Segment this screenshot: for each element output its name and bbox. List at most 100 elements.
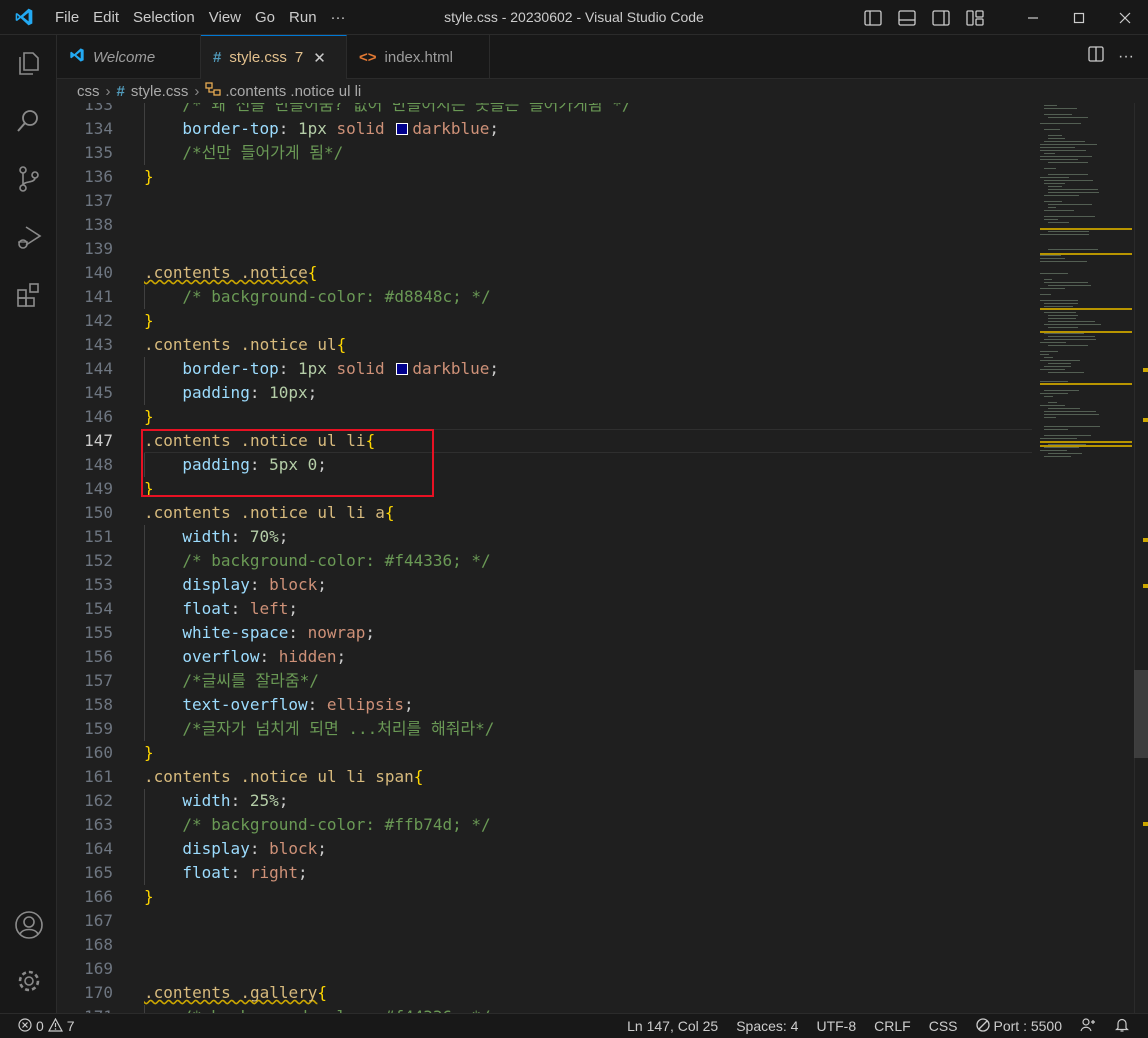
cursor-position[interactable]: Ln 147, Col 25 — [627, 1018, 718, 1034]
code-line[interactable]: 170 .contents .gallery{ — [57, 981, 1032, 1005]
code-text: .contents .notice ul li span{ — [144, 765, 423, 789]
menu-selection[interactable]: Selection — [126, 9, 202, 26]
account-icon[interactable] — [0, 901, 57, 949]
live-server-port[interactable]: Port : 5500 — [975, 1017, 1062, 1035]
close-tab-icon[interactable]: ✕ — [313, 49, 326, 67]
end-of-line[interactable]: CRLF — [874, 1018, 911, 1034]
close-window-icon[interactable] — [1102, 0, 1148, 35]
problems-indicator[interactable]: 0 7 — [0, 1017, 75, 1035]
color-swatch[interactable] — [396, 363, 409, 375]
error-icon — [18, 1017, 32, 1035]
code-line[interactable]: 164 display: block; — [57, 837, 1032, 861]
code-line[interactable]: 162 width: 25%; — [57, 789, 1032, 813]
notifications-bell-icon[interactable] — [1114, 1017, 1130, 1036]
code-token: darkblue — [412, 359, 490, 378]
manage-gear-icon[interactable] — [0, 957, 57, 1005]
code-line[interactable]: 146} — [57, 405, 1032, 429]
menu-view[interactable]: View — [202, 9, 248, 26]
maximize-icon[interactable] — [1056, 0, 1102, 35]
code-line[interactable]: 148 padding: 5px 0; — [57, 453, 1032, 477]
code-line[interactable]: 133 /* 왜 선을 만들어줌? 없어 만들어지는 곳들은 들어가게됨 */ — [57, 103, 1032, 117]
split-editor-icon[interactable] — [1088, 46, 1104, 67]
breadcrumb-symbol[interactable]: .contents .notice ul li — [225, 83, 361, 100]
code-line[interactable]: 171 /* background-color: #f44336; */ — [57, 1005, 1032, 1013]
code-line[interactable]: 161 .contents .notice ul li span{ — [57, 765, 1032, 789]
menu-run[interactable]: Run — [282, 9, 324, 26]
line-number: 166 — [84, 887, 113, 906]
source-control-icon[interactable] — [0, 155, 57, 203]
warning-marker — [1143, 368, 1148, 372]
explorer-icon[interactable] — [0, 39, 57, 87]
code-line[interactable]: 152 /* background-color: #f44336; */ — [57, 549, 1032, 573]
indent-guide — [144, 813, 145, 837]
code-line[interactable]: 141 /* background-color: #d8848c; */ — [57, 285, 1032, 309]
toggle-panel-icon[interactable] — [892, 0, 922, 35]
code-text: /* background-color: #ffb74d; */ — [182, 813, 490, 837]
menu-file[interactable]: File — [48, 9, 86, 26]
color-swatch[interactable] — [396, 123, 409, 135]
tab-index-html[interactable]: <> index.html — [347, 35, 490, 79]
breadcrumb-file[interactable]: style.css — [131, 83, 189, 100]
toggle-primary-sidebar-icon[interactable] — [858, 0, 888, 35]
extensions-icon[interactable] — [0, 271, 57, 319]
code-line[interactable]: 168 — [57, 933, 1032, 957]
code-token: width — [182, 791, 231, 810]
code-line[interactable]: 158 text-overflow: ellipsis; — [57, 693, 1032, 717]
code-line[interactable]: 134 border-top: 1px solid darkblue; — [57, 117, 1032, 141]
file-encoding[interactable]: UTF-8 — [816, 1018, 856, 1034]
code-line[interactable]: 167 — [57, 909, 1032, 933]
indentation[interactable]: Spaces: 4 — [736, 1018, 798, 1034]
scrollbar-thumb[interactable] — [1134, 670, 1148, 758]
vertical-scrollbar[interactable] — [1134, 103, 1148, 1013]
code-line[interactable]: 144 border-top: 1px solid darkblue; — [57, 357, 1032, 381]
code-token: .contents .gallery — [144, 983, 318, 1002]
code-line[interactable]: 155 white-space: nowrap; — [57, 621, 1032, 645]
code-line[interactable]: 145 padding: 10px; — [57, 381, 1032, 405]
code-line[interactable]: 135 /*선만 들어가게 됨*/ — [57, 141, 1032, 165]
minimize-icon[interactable] — [1010, 0, 1056, 35]
code-line[interactable]: 159 /*글자가 넘치게 되면 ...처리를 해줘라*/ — [57, 717, 1032, 741]
code-line[interactable]: 139 — [57, 237, 1032, 261]
search-icon[interactable] — [0, 97, 57, 145]
minimap-line — [1040, 369, 1065, 370]
code-line[interactable]: 137 — [57, 189, 1032, 213]
code-line[interactable]: 156 overflow: hidden; — [57, 645, 1032, 669]
code-line[interactable]: 169 — [57, 957, 1032, 981]
code-line[interactable]: 154 float: left; — [57, 597, 1032, 621]
code-line[interactable]: 142} — [57, 309, 1032, 333]
code-line[interactable]: 150 .contents .notice ul li a{ — [57, 501, 1032, 525]
code-line[interactable]: 138 — [57, 213, 1032, 237]
toggle-secondary-sidebar-icon[interactable] — [926, 0, 956, 35]
code-line[interactable]: 163 /* background-color: #ffb74d; */ — [57, 813, 1032, 837]
code-line[interactable]: 160} — [57, 741, 1032, 765]
minimap-line — [1044, 195, 1079, 196]
minimap-line — [1048, 345, 1088, 346]
minimap-line — [1048, 363, 1071, 364]
code-text: /* 왜 선을 만들어줌? 없어 만들어지는 곳들은 들어가게됨 */ — [182, 103, 631, 117]
code-text: width: 25%; — [182, 789, 288, 813]
code-line[interactable]: 136} — [57, 165, 1032, 189]
code-editor[interactable]: 133/* 왜 선을 만들어줌? 없어 만들어지는 곳들은 들어가게됨 */13… — [57, 103, 1032, 1013]
more-actions-icon[interactable]: ··· — [1118, 48, 1134, 66]
customize-layout-icon[interactable] — [960, 0, 990, 35]
code-line[interactable]: 165 float: right; — [57, 861, 1032, 885]
menu-more[interactable]: ··· — [324, 9, 353, 26]
tab-style-css[interactable]: # style.css 7 ✕ — [201, 35, 347, 79]
code-line[interactable]: 140 .contents .notice{ — [57, 261, 1032, 285]
menu-edit[interactable]: Edit — [86, 9, 126, 26]
menu-go[interactable]: Go — [248, 9, 282, 26]
accounts-feedback-icon[interactable] — [1080, 1017, 1096, 1036]
tab-welcome[interactable]: Welcome — [57, 35, 201, 79]
minimap[interactable] — [1032, 103, 1134, 1013]
code-line[interactable]: 157 /*글씨를 잘라줌*/ — [57, 669, 1032, 693]
breadcrumb-folder[interactable]: css — [77, 83, 100, 100]
code-token: text-overflow — [182, 695, 308, 714]
code-line[interactable]: 153 display: block; — [57, 573, 1032, 597]
language-mode[interactable]: CSS — [929, 1018, 958, 1034]
run-and-debug-icon[interactable] — [0, 213, 57, 261]
code-line[interactable]: 149} — [57, 477, 1032, 501]
code-line[interactable]: 147 .contents .notice ul li{ — [57, 429, 1032, 453]
code-line[interactable]: 143 .contents .notice ul{ — [57, 333, 1032, 357]
code-line[interactable]: 151 width: 70%; — [57, 525, 1032, 549]
code-line[interactable]: 166} — [57, 885, 1032, 909]
